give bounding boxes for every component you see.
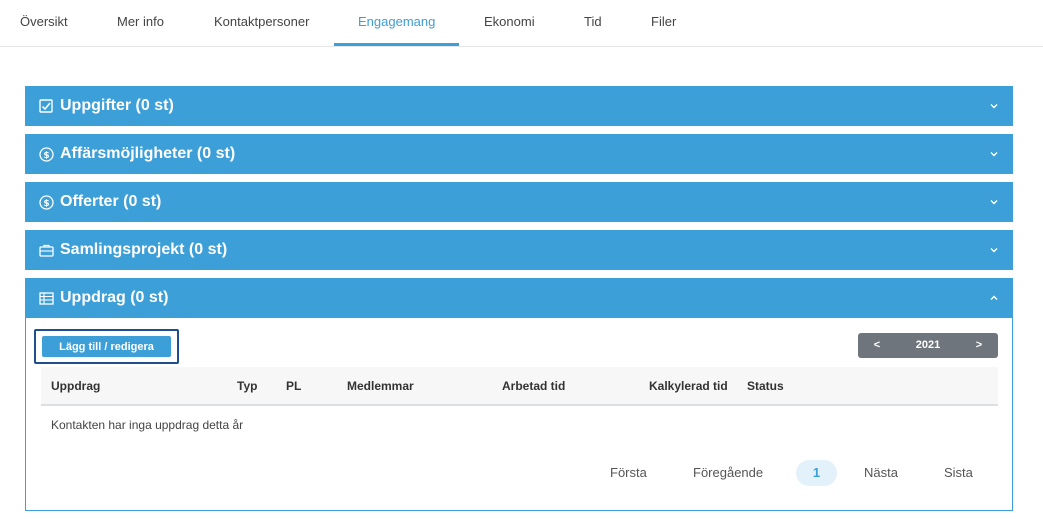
tab-mer-info[interactable]: Mer info (117, 0, 164, 47)
column-header-arbetad-tid[interactable]: Arbetad tid (502, 367, 565, 405)
pagination-last[interactable]: Sista (944, 460, 973, 486)
tab-filer[interactable]: Filer (651, 0, 676, 47)
column-header-medlemmar[interactable]: Medlemmar (347, 367, 414, 405)
chevron-down-icon[interactable] (989, 245, 999, 255)
tab-kontaktpersoner[interactable]: Kontaktpersoner (214, 0, 309, 47)
checkbox-icon (39, 99, 53, 113)
prev-year-button[interactable]: < (860, 333, 894, 358)
column-header-typ[interactable]: Typ (237, 367, 257, 405)
briefcase-icon (39, 244, 54, 257)
table-header: Uppdrag Typ PL Medlemmar Arbetad tid Kal… (41, 367, 998, 406)
dollar-circle-icon: $ (39, 147, 54, 162)
panel-title: Uppgifter (0 st) (60, 97, 174, 114)
tab-ekonomi[interactable]: Ekonomi (484, 0, 535, 47)
pagination-next[interactable]: Nästa (864, 460, 898, 486)
column-header-kalkylerad-tid[interactable]: Kalkylerad tid (649, 367, 728, 405)
panel-title: Offerter (0 st) (60, 193, 162, 210)
tab-bar: Översikt Mer info Kontaktpersoner Engage… (0, 0, 1043, 47)
column-header-uppdrag[interactable]: Uppdrag (51, 367, 100, 405)
tab-tid[interactable]: Tid (584, 0, 602, 47)
column-header-pl[interactable]: PL (286, 367, 301, 405)
chevron-up-icon[interactable] (989, 293, 999, 303)
pagination-first[interactable]: Första (610, 460, 647, 486)
add-button-focus-ring: Lägg till / redigera (34, 329, 179, 364)
empty-table-message: Kontakten har inga uppdrag detta år (51, 418, 244, 432)
pagination-previous[interactable]: Föregående (693, 460, 763, 486)
table-icon (39, 292, 54, 305)
panel-affarsmojligheter[interactable]: $ Affärsmöjligheter (0 st) (25, 134, 1013, 174)
next-year-button[interactable]: > (962, 333, 996, 358)
year-label: 2021 (915, 339, 941, 351)
chevron-down-icon[interactable] (989, 197, 999, 207)
panel-uppdrag-body: Lägg till / redigera < 2021 > Uppdrag Ty… (25, 318, 1013, 511)
panel-title: Samlingsprojekt (0 st) (60, 241, 228, 258)
chevron-down-icon[interactable] (989, 149, 999, 159)
add-edit-button[interactable]: Lägg till / redigera (42, 336, 171, 357)
active-tab-indicator (334, 43, 459, 46)
dollar-circle-icon: $ (39, 195, 54, 210)
chevron-down-icon[interactable] (989, 101, 999, 111)
tab-engagemang[interactable]: Engagemang (358, 0, 435, 47)
panel-uppgifter[interactable]: Uppgifter (0 st) (25, 86, 1013, 126)
panel-title: Uppdrag (0 st) (60, 289, 169, 306)
pagination-current-page[interactable]: 1 (796, 460, 837, 486)
svg-text:$: $ (43, 151, 49, 161)
panel-uppdrag[interactable]: Uppdrag (0 st) (25, 278, 1013, 318)
panel-offerter[interactable]: $ Offerter (0 st) (25, 182, 1013, 222)
column-header-status[interactable]: Status (747, 367, 784, 405)
svg-text:$: $ (43, 199, 49, 209)
panel-title: Affärsmöjligheter (0 st) (60, 145, 236, 162)
year-navigator: < 2021 > (858, 333, 998, 358)
panel-samlingsprojekt[interactable]: Samlingsprojekt (0 st) (25, 230, 1013, 270)
tab-oversikt[interactable]: Översikt (20, 0, 68, 47)
